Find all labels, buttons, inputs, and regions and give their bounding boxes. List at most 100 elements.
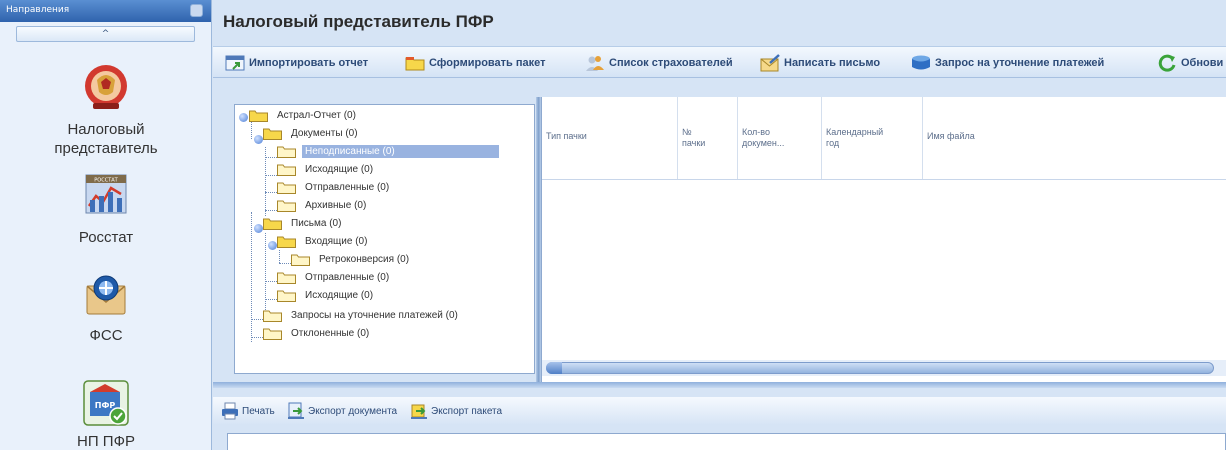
folder-icon — [277, 200, 296, 212]
column-header-documents-count[interactable]: Кол-во докумен... — [738, 97, 822, 180]
horizontal-splitter[interactable] — [213, 382, 1226, 388]
tree-connector — [251, 122, 252, 139]
document-preview-panel — [227, 433, 1226, 450]
tree-node-label: Исходящие (0) — [305, 290, 374, 301]
tree-node-payment-requests[interactable]: Запросы на уточнение платежей (0) — [263, 309, 461, 322]
grid-header-divider — [542, 179, 1226, 180]
request-icon — [912, 55, 930, 70]
tree-connector — [265, 192, 277, 193]
tree-node-label: Астрал-Отчет (0) — [277, 110, 356, 121]
navigation-panel: Направления ^ Налоговый представитель РО… — [0, 0, 212, 450]
write-letter-label: Написать письмо — [784, 57, 881, 69]
packages-grid: Тип пачки № пачки Кол-во докумен... Кале… — [541, 97, 1226, 382]
folder-icon — [249, 110, 268, 122]
tree-node-label: Документы (0) — [291, 128, 358, 139]
tree-connector — [251, 212, 252, 342]
tree-node-label: Отправленные (0) — [305, 182, 390, 193]
tree-node-outgoing[interactable]: Исходящие (0) — [277, 163, 376, 176]
refresh-button[interactable]: Обнови — [1157, 53, 1223, 73]
rosstat-icon-caption: РОССТАТ — [94, 178, 118, 184]
tax-representative-icon — [85, 65, 127, 109]
payment-clarification-request-button[interactable]: Запрос на уточнение платежей — [911, 53, 1104, 73]
envelope-icon — [760, 54, 780, 72]
column-header-label: № пачки — [682, 127, 706, 148]
rosstat-icon: РОССТАТ — [85, 174, 127, 214]
create-package-button[interactable]: Сформировать пакет — [405, 53, 545, 73]
export-package-icon — [411, 404, 427, 419]
tree-node-label: Ретроконверсия (0) — [319, 254, 410, 265]
create-package-label: Сформировать пакет — [429, 57, 546, 69]
tree-node-retroconversion[interactable]: Ретроконверсия (0) — [291, 253, 412, 266]
tree-node-letters-outgoing[interactable]: Исходящие (0) — [277, 289, 376, 302]
tree-node-astral-report[interactable]: Астрал-Отчет (0) — [249, 109, 359, 122]
folder-icon — [291, 254, 310, 266]
expand-toggle-icon[interactable] — [268, 241, 277, 250]
tree-node-unsigned[interactable]: Неподписанные (0) — [277, 145, 499, 158]
expand-toggle-icon[interactable] — [254, 224, 263, 233]
tree-connector — [265, 299, 277, 300]
pin-icon[interactable] — [190, 4, 203, 17]
folder-icon — [277, 146, 296, 158]
tree-node-letters-sent[interactable]: Отправленные (0) — [277, 271, 392, 284]
folder-icon — [263, 218, 282, 230]
tree-node-documents[interactable]: Документы (0) — [263, 127, 361, 140]
folder-icon — [277, 290, 296, 302]
page-title: Налоговый представитель ПФР — [223, 12, 494, 31]
scrollbar-thumb[interactable] — [546, 362, 1214, 374]
tree-connector — [265, 210, 277, 211]
tree-connector — [279, 263, 291, 264]
tree-connector — [265, 157, 277, 158]
import-report-button[interactable]: Импортировать отчет — [225, 53, 368, 73]
export-document-button[interactable]: Экспорт документа — [287, 401, 397, 421]
nav-item-rosstat[interactable]: РОССТАТ Росстат — [0, 172, 212, 247]
column-header-package-number[interactable]: № пачки — [678, 97, 738, 180]
column-header-label: Кол-во докумен... — [742, 127, 785, 148]
folder-icon — [263, 310, 282, 322]
tree-node-label: Исходящие (0) — [305, 164, 374, 175]
column-header-package-type[interactable]: Тип пачки — [542, 97, 678, 180]
nav-item-label: ФСС — [89, 327, 123, 344]
folder-tree: Астрал-Отчет (0) Документы (0) Неподписа… — [234, 104, 535, 374]
document-toolbar: Печать Экспорт документа Экспорт пакета — [213, 397, 1226, 425]
tree-node-archive[interactable]: Архивные (0) — [277, 199, 369, 212]
chevron-up-icon: ^ — [101, 29, 110, 39]
insurers-list-label: Список страхователей — [609, 57, 733, 69]
print-button[interactable]: Печать — [221, 401, 275, 421]
folder-icon — [277, 236, 296, 248]
column-header-file-name[interactable]: Имя файла — [923, 97, 1226, 180]
horizontal-scrollbar[interactable] — [542, 360, 1226, 376]
expand-toggle-icon[interactable] — [254, 135, 263, 144]
export-package-button[interactable]: Экспорт пакета — [410, 401, 502, 421]
folder-icon — [277, 182, 296, 194]
navigation-header: Направления — [0, 0, 211, 22]
column-header-label: Календарный год — [826, 127, 884, 148]
column-header-calendar-year[interactable]: Календарный год — [822, 97, 923, 180]
folder-icon — [405, 57, 425, 71]
navigation-collapse-button[interactable]: ^ — [16, 26, 195, 42]
import-report-icon — [225, 55, 245, 71]
scrollbar-grip-icon[interactable] — [546, 362, 562, 374]
printer-icon — [222, 402, 238, 420]
insurers-list-button[interactable]: Список страхователей — [585, 53, 733, 73]
tree-node-incoming[interactable]: Входящие (0) — [277, 235, 370, 248]
nav-item-fss[interactable]: ФСС — [0, 272, 212, 345]
pfr-icon: ПФР — [83, 380, 129, 426]
users-list-icon — [586, 56, 604, 71]
tree-node-letters[interactable]: Письма (0) — [263, 217, 344, 230]
folder-icon — [277, 164, 296, 176]
nav-item-tax-representative[interactable]: Налоговый представитель — [0, 58, 212, 158]
nav-item-np-pfr[interactable]: ПФР НП ПФР — [0, 380, 212, 450]
write-letter-button[interactable]: Написать письмо — [760, 53, 880, 73]
tree-node-sent[interactable]: Отправленные (0) — [277, 181, 392, 194]
expand-toggle-icon[interactable] — [239, 113, 248, 122]
main-toolbar: Импортировать отчет Сформировать пакет С… — [213, 46, 1226, 78]
column-header-label: Тип пачки — [546, 131, 587, 141]
main-area: Налоговый представитель ПФР Импортироват… — [213, 0, 1226, 450]
export-document-icon — [288, 402, 304, 419]
tree-node-rejected[interactable]: Отклоненные (0) — [263, 327, 372, 340]
tree-connector — [265, 281, 277, 282]
print-label: Печать — [242, 405, 275, 417]
navigation-header-label: Направления — [6, 5, 70, 15]
pfr-icon-caption: ПФР — [95, 401, 116, 410]
payment-clarification-request-label: Запрос на уточнение платежей — [935, 57, 1105, 69]
